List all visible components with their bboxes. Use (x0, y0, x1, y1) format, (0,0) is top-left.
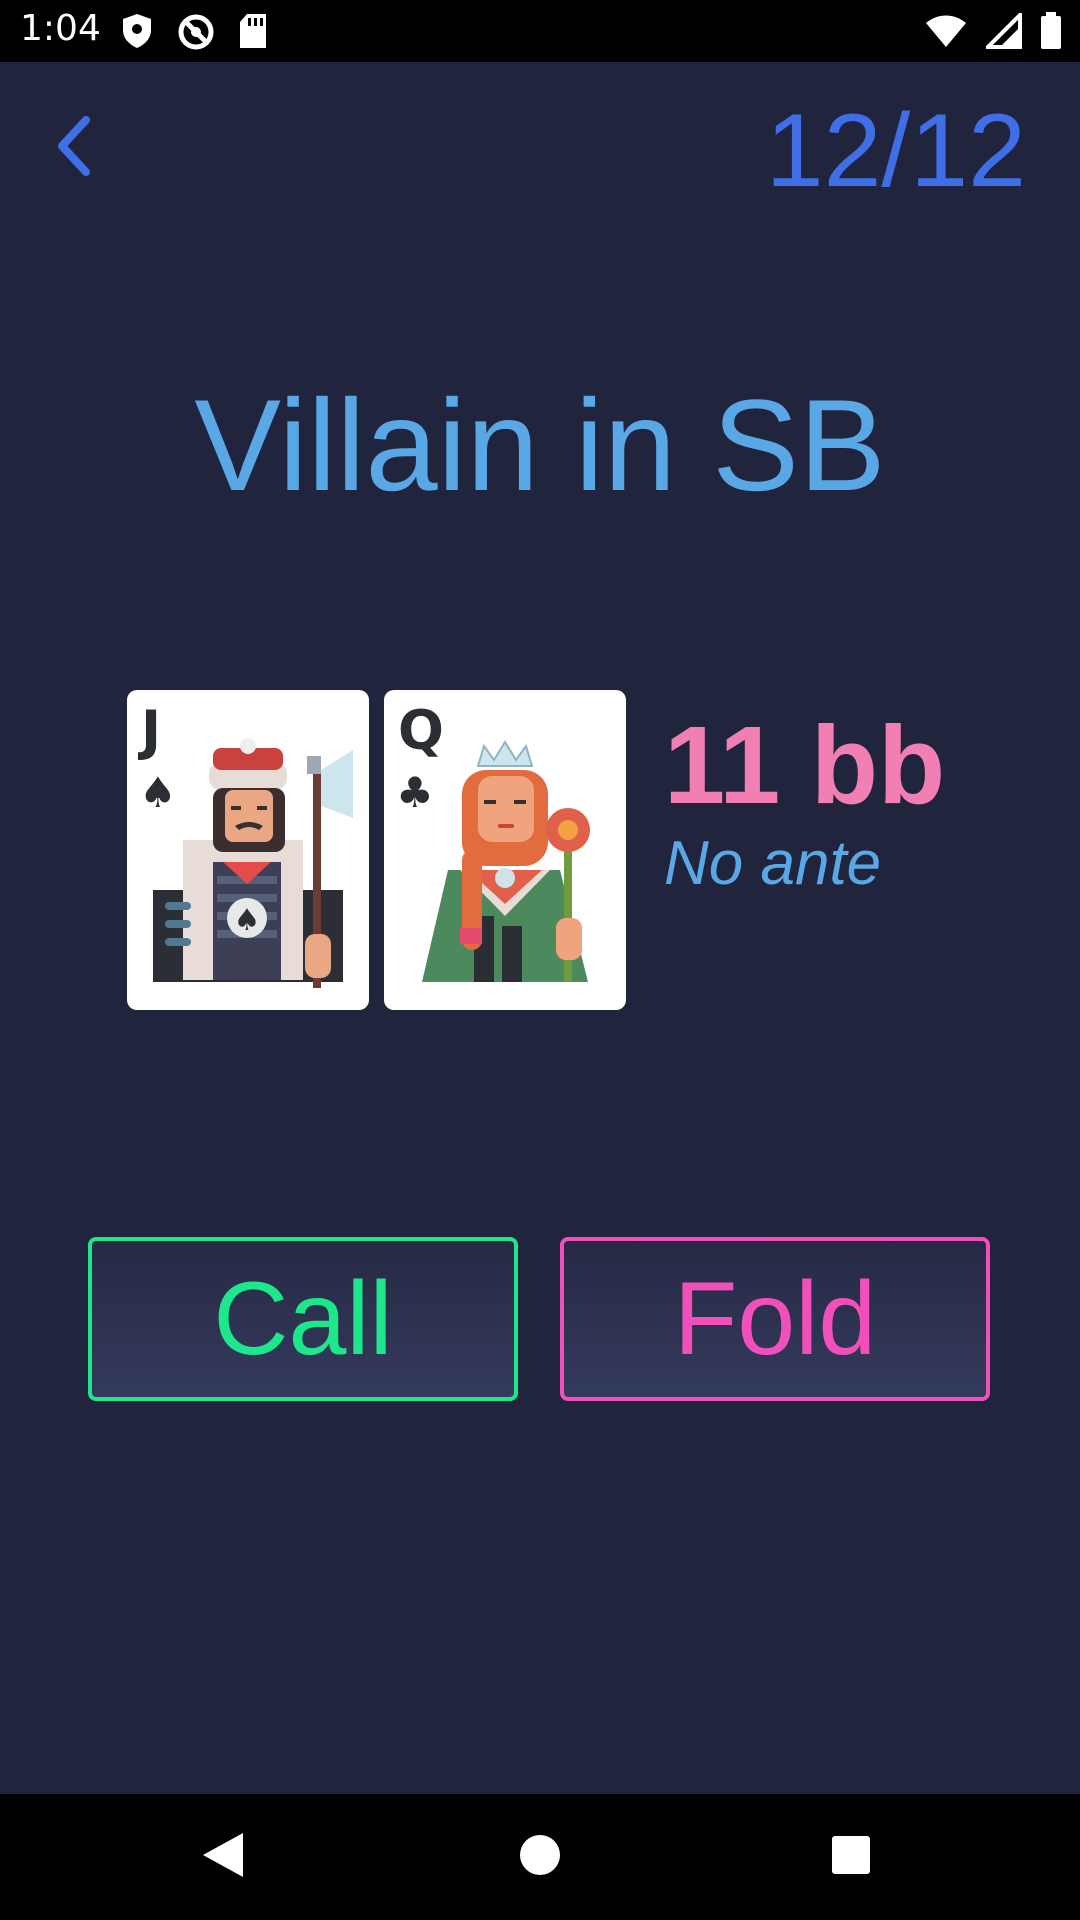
chevron-left-icon (52, 114, 96, 183)
scenario-title: Villain in SB (194, 372, 886, 518)
shield-icon (120, 12, 154, 57)
home-circle-icon (517, 1832, 563, 1883)
status-left-icons (120, 12, 268, 57)
status-bar: 1:04 (0, 0, 1080, 62)
nav-home-button[interactable] (507, 1824, 573, 1890)
status-time: 1:04 (20, 8, 101, 49)
sd-card-icon (238, 12, 268, 57)
card-jack-of-spades: ♠ J ♠ (127, 690, 369, 1010)
svg-text:♠: ♠ (234, 903, 261, 938)
card-queen-of-clubs: Q ♣ (384, 690, 626, 1010)
back-triangle-icon (199, 1829, 247, 1886)
signal-icon (983, 10, 1022, 54)
card-suit: ♠ (139, 768, 177, 817)
progress-counter: 12/12 (765, 93, 1026, 209)
card-suit: ♣ (396, 768, 434, 817)
nav-recents-button[interactable] (818, 1824, 884, 1890)
card-rank: J (141, 699, 162, 762)
battery-icon (1040, 12, 1062, 55)
ante-info: No ante (664, 829, 882, 898)
wifi-icon (924, 13, 968, 54)
nav-back-button[interactable] (190, 1824, 256, 1890)
call-button[interactable]: Call (88, 1237, 518, 1401)
fold-button[interactable]: Fold (560, 1237, 990, 1401)
no-disturb-icon (176, 12, 216, 57)
recents-square-icon (829, 1833, 873, 1882)
navigation-bar (0, 1794, 1080, 1920)
jack-of-spades-icon: ♠ (153, 738, 353, 988)
back-button[interactable] (52, 108, 122, 188)
card-rank: Q (398, 699, 444, 762)
stack-size: 11 bb (664, 704, 946, 827)
status-right-icons (924, 10, 1062, 55)
